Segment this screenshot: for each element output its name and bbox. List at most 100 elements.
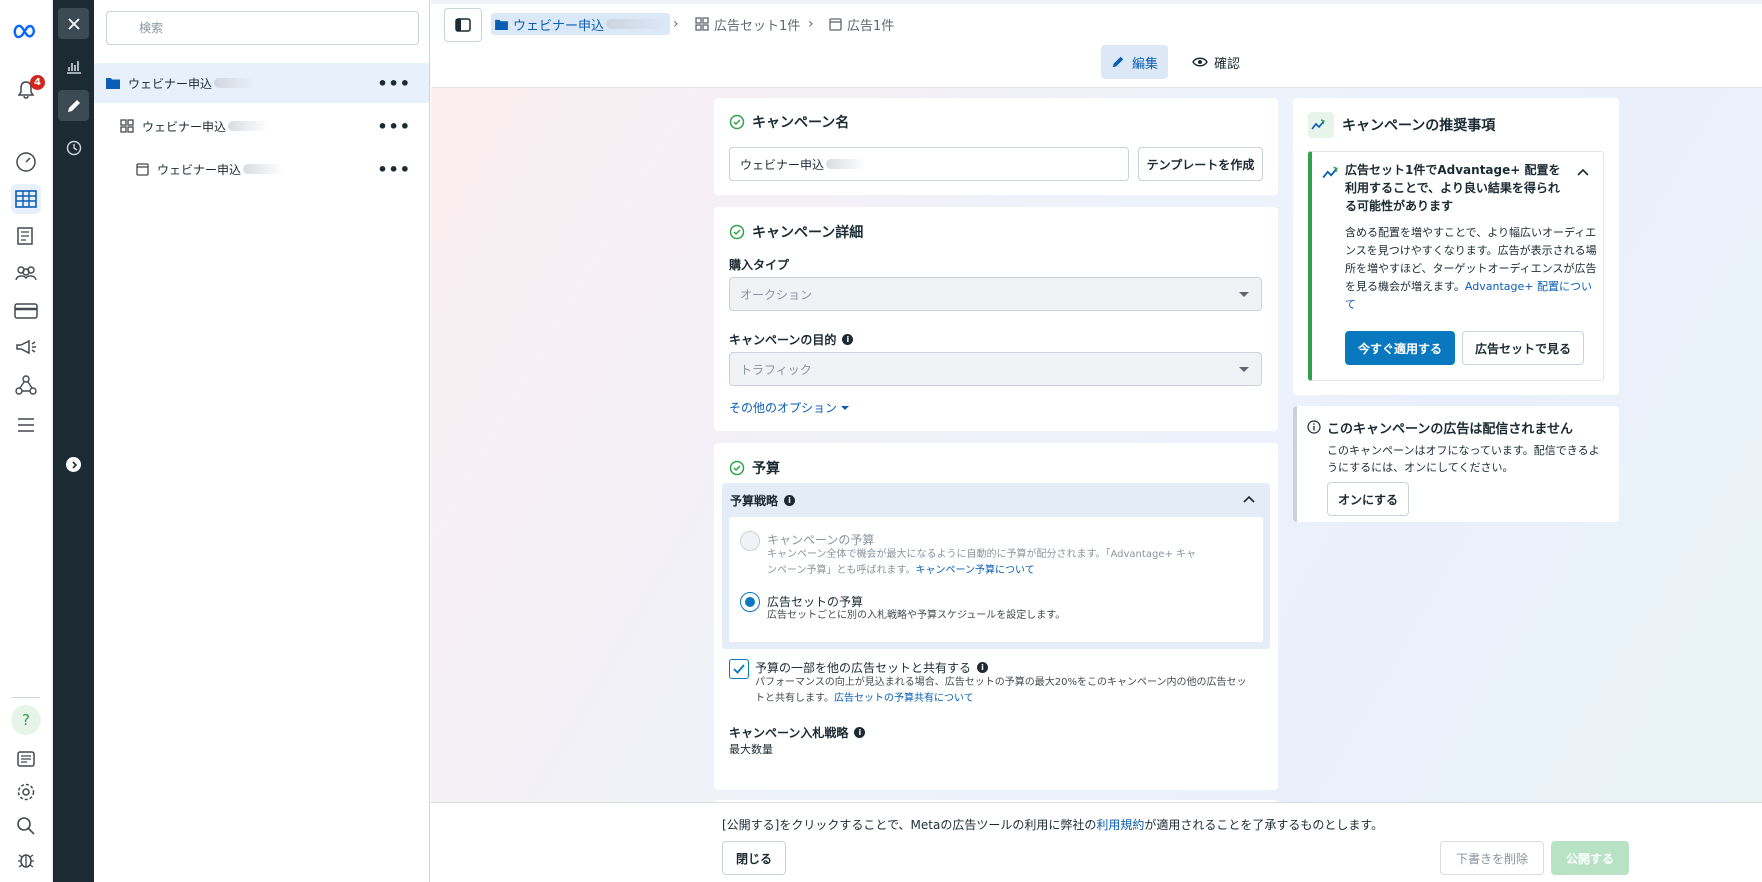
redacted-text	[228, 121, 269, 131]
report-bug-icon[interactable]	[11, 845, 41, 875]
business-tools-network-icon[interactable]	[11, 370, 41, 400]
tree-item-label: ウェビナー申込	[128, 76, 213, 91]
campaign-name-value: ウェビナー申込	[740, 157, 825, 172]
publish-footer: [公開する]をクリックすることで、Metaの広告ツールの利用に弊社の利用規約が適…	[431, 802, 1762, 882]
close-icon[interactable]	[58, 8, 89, 39]
objective-select[interactable]: トラフィック	[729, 352, 1262, 386]
tree-search-input[interactable]	[106, 11, 419, 45]
breadcrumb-adset[interactable]: 広告セット1件	[695, 13, 800, 35]
tree-item-label: ウェビナー申込	[142, 119, 227, 134]
folder-icon	[495, 19, 508, 30]
redacted-text	[243, 164, 284, 174]
redacted-text	[606, 19, 667, 29]
breadcrumb-separator-icon: ›	[673, 16, 679, 32]
close-button[interactable]: 閉じる	[722, 841, 786, 875]
campaign-budget-link[interactable]: キャンペーン予算について	[916, 565, 1035, 576]
breadcrumb-campaign-label: ウェビナー申込	[513, 18, 605, 34]
checkmark-icon	[733, 664, 745, 674]
meta-logo-icon[interactable]	[11, 16, 41, 46]
editor-tool-rail	[53, 0, 94, 882]
performance-chart-icon[interactable]	[58, 50, 89, 81]
more-options-link[interactable]: その他のオプション	[729, 399, 850, 416]
more-options-icon[interactable]: •••	[377, 74, 411, 93]
breadcrumb-separator-icon: ›	[808, 16, 814, 32]
folder-icon	[106, 78, 120, 89]
budget-strategy-panel: 予算戦略 i キャンペーンの予算 キャンペーン全体で機会が最大になるように自動的…	[722, 483, 1270, 649]
share-budget-link[interactable]: 広告セットの予算共有について	[834, 693, 974, 704]
turn-on-button[interactable]: オンにする	[1327, 482, 1409, 516]
apply-now-button[interactable]: 今すぐ適用する	[1345, 331, 1455, 365]
chevron-up-icon[interactable]	[1577, 168, 1589, 176]
recommendation-sparkle-icon	[1308, 112, 1334, 138]
campaign-budget-option-title: キャンペーンの予算	[767, 533, 875, 547]
audiences-people-icon[interactable]	[11, 258, 41, 288]
expand-chevron-icon[interactable]	[58, 449, 89, 480]
tree-item-label: ウェビナー申込	[157, 162, 242, 177]
info-icon[interactable]: i	[977, 662, 989, 673]
campaign-name-input[interactable]: ウェビナー申込	[729, 147, 1129, 181]
bid-strategy-label-text: キャンペーン入札戦略	[729, 726, 849, 740]
pages-icon[interactable]	[11, 221, 41, 251]
buying-type-value: オークション	[740, 287, 813, 302]
info-icon[interactable]: i	[784, 495, 796, 506]
tree-item-ad[interactable]: ウェビナー申込 •••	[94, 149, 429, 189]
bid-strategy-value: 最大数量	[729, 743, 773, 756]
breadcrumb-ad[interactable]: 広告1件	[829, 13, 894, 35]
buying-type-select[interactable]: オークション	[729, 277, 1262, 311]
card-title-text: キャンペーン名	[752, 115, 850, 131]
campaign-budget-radio[interactable]	[740, 531, 760, 551]
toggle-panel-button[interactable]	[444, 8, 482, 42]
budget-strategy-header[interactable]: 予算戦略 i	[730, 492, 796, 509]
edit-pencil-icon[interactable]	[58, 90, 89, 121]
ads-manager-table-icon[interactable]	[11, 184, 41, 214]
more-options-icon[interactable]: •••	[377, 117, 411, 136]
create-template-button[interactable]: テンプレートを作成	[1138, 147, 1263, 181]
adset-budget-radio[interactable]	[740, 592, 760, 612]
editor-main: キャンペーン名 ウェビナー申込 テンプレートを作成 キャンペーン詳細 購入タイプ…	[431, 88, 1762, 810]
check-circle-icon	[729, 114, 745, 130]
info-icon[interactable]: i	[854, 727, 866, 738]
history-clock-icon[interactable]	[58, 132, 89, 163]
adset-budget-description: 広告セットごとに別の入札戦略や予算スケジュールを設定します。	[767, 610, 1066, 621]
review-mode-button[interactable]: 確認	[1182, 45, 1250, 79]
publish-button[interactable]: 公開する	[1551, 841, 1629, 875]
info-icon[interactable]: i	[842, 334, 854, 345]
eye-icon	[1192, 57, 1208, 67]
more-options-text: その他のオプション	[729, 401, 838, 415]
budget-strategy-options: キャンペーンの予算 キャンペーン全体で機会が最大になるように自動的に予算が配分さ…	[729, 517, 1263, 642]
objective-label: キャンペーンの目的 i	[729, 331, 854, 348]
campaigns-megaphone-icon[interactable]	[11, 332, 41, 362]
tree-item-adset[interactable]: ウェビナー申込 •••	[94, 106, 429, 146]
campaign-budget-description: キャンペーン全体で機会が最大になるように自動的に予算が配分されます。「Advan…	[767, 547, 1199, 579]
terms-link[interactable]: 利用規約	[1096, 818, 1144, 832]
chevron-up-icon[interactable]	[1243, 495, 1255, 503]
all-tools-menu-icon[interactable]	[11, 410, 41, 440]
bid-strategy-label: キャンペーン入札戦略 i	[729, 724, 866, 741]
edit-mode-button[interactable]: 編集	[1101, 45, 1169, 79]
view-in-adset-button[interactable]: 広告セットで見る	[1462, 331, 1584, 365]
delete-draft-button[interactable]: 下書きを削除	[1440, 841, 1544, 875]
news-feed-icon[interactable]	[11, 744, 41, 774]
notice-body: このキャンペーンはオフになっています。配信できるようにするには、オンにしてくださ…	[1327, 444, 1600, 474]
edit-pencil-icon	[1112, 56, 1124, 68]
share-budget-description: パフォーマンスの向上が見込まれる場合、広告セットの予算の最大20%をこのキャンペ…	[755, 675, 1255, 707]
dashboard-gauge-icon[interactable]	[11, 147, 41, 177]
budget-card: 予算 予算戦略 i キャンペーンの予算 キャンペーン全体で機会が最大になるように…	[714, 443, 1278, 790]
ad-frame-icon	[136, 162, 149, 176]
campaign-details-title: キャンペーン詳細	[729, 222, 863, 242]
more-options-icon[interactable]: •••	[377, 160, 411, 179]
help-question-icon[interactable]: ?	[11, 705, 41, 735]
search-icon[interactable]	[11, 811, 41, 841]
recommendations-title: キャンペーンの推奨事項	[1308, 112, 1495, 138]
card-title-text: キャンペーン詳細	[752, 225, 864, 241]
share-budget-checkbox[interactable]	[729, 659, 749, 679]
check-circle-icon	[729, 460, 745, 476]
ad-frame-icon	[829, 17, 842, 31]
top-accent-line	[431, 0, 1762, 4]
breadcrumb-campaign[interactable]: ウェビナー申込	[491, 13, 671, 35]
billing-card-icon[interactable]	[11, 296, 41, 326]
global-nav-rail: 4 ?	[0, 0, 53, 882]
tree-item-campaign[interactable]: ウェビナー申込 •••	[94, 63, 429, 103]
settings-gear-icon[interactable]	[11, 777, 41, 807]
budget-strategy-label: 予算戦略	[730, 494, 779, 508]
